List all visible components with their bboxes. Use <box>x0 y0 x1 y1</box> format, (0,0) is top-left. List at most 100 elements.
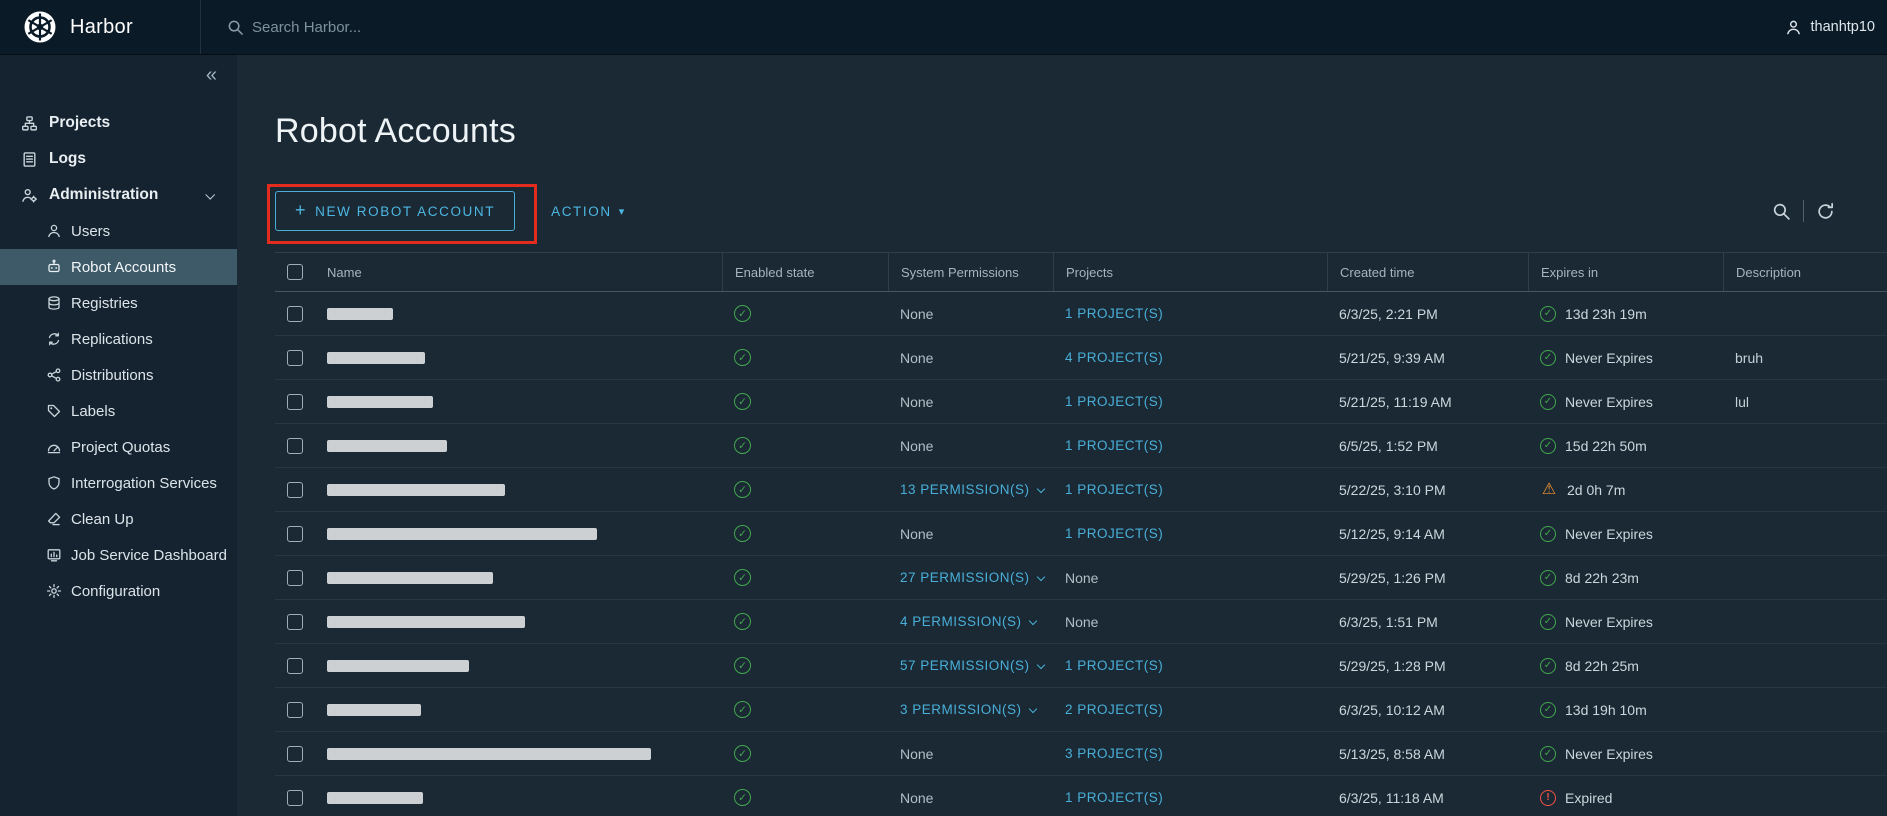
brand[interactable]: Harbor <box>0 0 201 54</box>
sidebar-item-project-quotas[interactable]: Project Quotas <box>0 429 237 465</box>
users-icon <box>46 223 62 239</box>
projects-link[interactable]: 1 PROJECT(S) <box>1065 790 1163 805</box>
enabled-check-icon: ✓ <box>734 745 751 762</box>
sidebar-item-replications[interactable]: Replications <box>0 321 237 357</box>
permissions-dropdown-link[interactable]: 27 PERMISSION(S) <box>900 570 1044 585</box>
sidebar-item-interrogation-services[interactable]: Interrogation Services <box>0 465 237 501</box>
sidebar-item-projects[interactable]: Projects <box>0 105 237 141</box>
permissions-dropdown-link[interactable]: 13 PERMISSION(S) <box>900 482 1044 497</box>
permissions-dropdown-link[interactable]: 57 PERMISSION(S) <box>900 658 1044 673</box>
column-header-created[interactable]: Created time <box>1327 253 1528 291</box>
row-checkbox[interactable] <box>287 526 303 542</box>
row-checkbox[interactable] <box>287 570 303 586</box>
created-time: 6/5/25, 1:52 PM <box>1327 438 1528 454</box>
redacted-name-bar <box>327 308 393 320</box>
table-row[interactable]: ✓ 57 PERMISSION(S) 1 PROJECT(S) 5/29/25,… <box>275 644 1887 688</box>
projects-link[interactable]: 2 PROJECT(S) <box>1065 702 1163 717</box>
enabled-check-icon: ✓ <box>734 349 751 366</box>
sidebar-item-administration[interactable]: Administration <box>0 177 237 213</box>
global-search-input[interactable] <box>252 19 572 36</box>
created-time: 5/29/25, 1:28 PM <box>1327 658 1528 674</box>
robot-accounts-icon <box>46 259 62 275</box>
table-row[interactable]: ✓ 4 PERMISSION(S) None 6/3/25, 1:51 PM ✓… <box>275 600 1887 644</box>
table-row[interactable]: ✓ None 1 PROJECT(S) 6/3/25, 2:21 PM ✓13d… <box>275 292 1887 336</box>
expires-warning-icon: ⚠ <box>1540 481 1558 498</box>
table-row[interactable]: ✓ None 1 PROJECT(S) 6/3/25, 11:18 AM !Ex… <box>275 776 1887 816</box>
projects-link[interactable]: 1 PROJECT(S) <box>1065 306 1163 321</box>
table-row[interactable]: ✓ 27 PERMISSION(S) None 5/29/25, 1:26 PM… <box>275 556 1887 600</box>
row-checkbox[interactable] <box>287 614 303 630</box>
expires-text: 13d 23h 19m <box>1565 306 1647 322</box>
sidebar-item-job-service-dashboard[interactable]: Job Service Dashboard <box>0 537 237 573</box>
row-checkbox[interactable] <box>287 482 303 498</box>
table-row[interactable]: ✓ 13 PERMISSION(S) 1 PROJECT(S) 5/22/25,… <box>275 468 1887 512</box>
column-header-name[interactable]: Name <box>315 253 722 291</box>
column-header-description[interactable]: Description <box>1723 253 1887 291</box>
table-row[interactable]: ✓ None 3 PROJECT(S) 5/13/25, 8:58 AM ✓Ne… <box>275 732 1887 776</box>
row-checkbox[interactable] <box>287 746 303 762</box>
column-header-expires[interactable]: Expires in <box>1528 253 1723 291</box>
sidebar-item-registries[interactable]: Registries <box>0 285 237 321</box>
refresh-icon[interactable] <box>1816 202 1835 221</box>
harbor-logo-icon <box>23 10 57 44</box>
column-header-enabled[interactable]: Enabled state <box>722 253 888 291</box>
projects-link[interactable]: 3 PROJECT(S) <box>1065 746 1163 761</box>
harbor-app: Harbor thanhtp10 « <box>0 0 1887 816</box>
sidebar-item-label: Configuration <box>71 583 160 600</box>
sidebar-item-distributions[interactable]: Distributions <box>0 357 237 393</box>
sidebar-item-labels[interactable]: Labels <box>0 393 237 429</box>
row-checkbox[interactable] <box>287 306 303 322</box>
projects-link[interactable]: 1 PROJECT(S) <box>1065 526 1163 541</box>
table-row[interactable]: ✓ None 4 PROJECT(S) 5/21/25, 9:39 AM ✓Ne… <box>275 336 1887 380</box>
row-checkbox[interactable] <box>287 658 303 674</box>
select-all-checkbox[interactable] <box>287 264 303 280</box>
permissions-none: None <box>900 350 933 366</box>
row-checkbox[interactable] <box>287 394 303 410</box>
distributions-icon <box>46 367 62 383</box>
sidebar-item-clean-up[interactable]: Clean Up <box>0 501 237 537</box>
row-checkbox[interactable] <box>287 438 303 454</box>
sidebar-item-logs[interactable]: Logs <box>0 141 237 177</box>
projects-link[interactable]: 1 PROJECT(S) <box>1065 394 1163 409</box>
grid-search-icon[interactable] <box>1772 202 1791 221</box>
projects-link[interactable]: 1 PROJECT(S) <box>1065 658 1163 673</box>
row-checkbox[interactable] <box>287 790 303 806</box>
table-row[interactable]: ✓ None 1 PROJECT(S) 6/5/25, 1:52 PM ✓15d… <box>275 424 1887 468</box>
created-time: 5/22/25, 3:10 PM <box>1327 482 1528 498</box>
expires-ok-icon: ✓ <box>1540 438 1556 454</box>
column-header-projects[interactable]: Projects <box>1053 253 1327 291</box>
administration-icon <box>21 187 38 204</box>
collapse-sidebar-button[interactable]: « <box>206 65 217 85</box>
projects-link[interactable]: 4 PROJECT(S) <box>1065 350 1163 365</box>
sidebar-item-configuration[interactable]: Configuration <box>0 573 237 609</box>
row-checkbox[interactable] <box>287 702 303 718</box>
table-row[interactable]: ✓ None 1 PROJECT(S) 5/21/25, 11:19 AM ✓N… <box>275 380 1887 424</box>
expires-text: Expired <box>1565 790 1612 806</box>
expires-text: 8d 22h 23m <box>1565 570 1639 586</box>
created-time: 5/21/25, 9:39 AM <box>1327 350 1528 366</box>
sidebar-item-label: Logs <box>49 150 86 168</box>
row-checkbox[interactable] <box>287 350 303 366</box>
permissions-dropdown-link[interactable]: 3 PERMISSION(S) <box>900 702 1036 717</box>
table-row[interactable]: ✓ 3 PERMISSION(S) 2 PROJECT(S) 6/3/25, 1… <box>275 688 1887 732</box>
column-header-permissions[interactable]: System Permissions <box>888 253 1053 291</box>
redacted-name-bar <box>327 704 421 716</box>
expires-text: Never Expires <box>1565 394 1653 410</box>
sidebar-item-label: Users <box>71 223 110 240</box>
sidebar-item-robot-accounts[interactable]: Robot Accounts <box>0 249 237 285</box>
sidebar-item-label: Interrogation Services <box>71 475 217 492</box>
table-row[interactable]: ✓ None 1 PROJECT(S) 5/12/25, 9:14 AM ✓Ne… <box>275 512 1887 556</box>
sidebar-item-label: Projects <box>49 114 110 132</box>
action-dropdown-button[interactable]: ACTION ▾ <box>551 204 626 219</box>
user-menu[interactable]: thanhtp10 <box>1785 19 1887 36</box>
projects-link[interactable]: 1 PROJECT(S) <box>1065 482 1163 497</box>
redacted-name-bar <box>327 792 423 804</box>
description: bruh <box>1723 350 1887 366</box>
plus-icon: + <box>295 200 307 221</box>
projects-link[interactable]: 1 PROJECT(S) <box>1065 438 1163 453</box>
sidebar-item-users[interactable]: Users <box>0 213 237 249</box>
expires-ok-icon: ✓ <box>1540 658 1556 674</box>
permissions-dropdown-link[interactable]: 4 PERMISSION(S) <box>900 614 1036 629</box>
enabled-check-icon: ✓ <box>734 525 751 542</box>
new-robot-account-button[interactable]: + NEW ROBOT ACCOUNT <box>275 191 515 231</box>
